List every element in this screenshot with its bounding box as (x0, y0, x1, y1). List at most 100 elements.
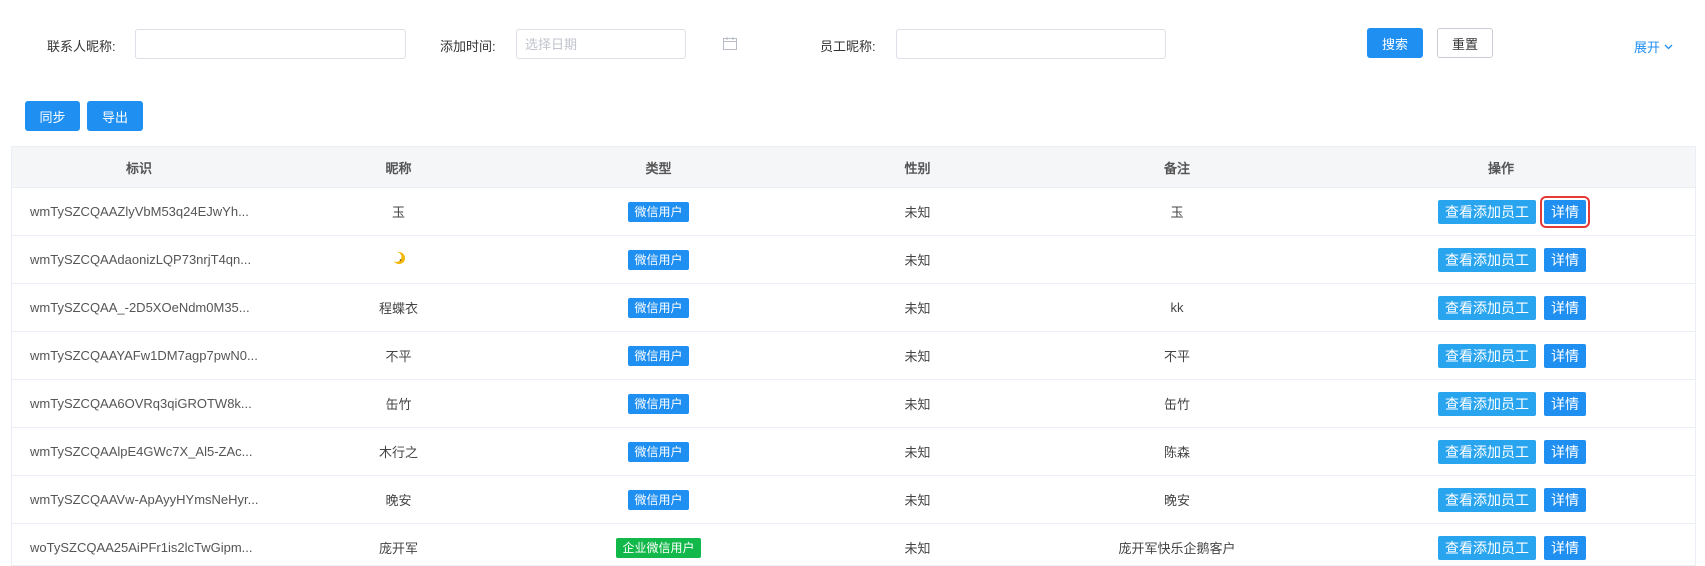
detail-button[interactable]: 详情 (1544, 440, 1586, 464)
table-row: wmTySZCQAAYAFw1DM7agp7pwN0... 不平 微信用户 未知… (12, 332, 1696, 380)
table-row: woTySZCQAA25AiPFr1is2lcTwGipm... 庞开军 企业微… (12, 524, 1696, 566)
detail-button[interactable]: 详情 (1544, 200, 1586, 224)
staff-nickname-input[interactable] (896, 29, 1166, 59)
cell-actions: 查看添加员工 详情 (1305, 476, 1696, 524)
add-time-date-picker[interactable] (516, 29, 686, 59)
reset-button[interactable]: 重置 (1437, 28, 1493, 58)
cell-actions: 查看添加员工 详情 (1305, 380, 1696, 428)
contact-nickname-label: 联系人昵称: (47, 36, 116, 55)
cell-actions: 查看添加员工 详情 (1305, 284, 1696, 332)
sync-button[interactable]: 同步 (25, 101, 80, 131)
cell-remark: kk (1049, 284, 1305, 332)
user-type-tag: 微信用户 (628, 250, 688, 270)
column-header-nickname: 昵称 (266, 147, 531, 188)
cell-gender: 未知 (786, 524, 1049, 566)
cell-type: 微信用户 (531, 284, 786, 332)
user-type-tag: 微信用户 (628, 442, 688, 462)
add-time-label: 添加时间: (440, 36, 496, 55)
view-added-staff-button[interactable]: 查看添加员工 (1438, 344, 1536, 368)
cell-nickname: 木行之 (266, 428, 531, 476)
view-added-staff-button[interactable]: 查看添加员工 (1438, 248, 1536, 272)
cell-nickname: 程蝶衣 (266, 284, 531, 332)
user-type-tag: 微信用户 (628, 490, 688, 510)
table-header-row: 标识 昵称 类型 性别 备注 操作 (12, 147, 1696, 188)
cell-actions: 查看添加员工 详情 (1305, 332, 1696, 380)
column-header-id: 标识 (12, 147, 266, 188)
column-header-type: 类型 (531, 147, 786, 188)
export-button[interactable]: 导出 (87, 101, 143, 131)
table-row: wmTySZCQAAVw-ApAyyHYmsNeHyr... 晚安 微信用户 未… (12, 476, 1696, 524)
chevron-down-icon (1664, 44, 1673, 50)
view-added-staff-button[interactable]: 查看添加员工 (1438, 200, 1536, 224)
detail-button[interactable]: 详情 (1544, 488, 1586, 512)
search-button[interactable]: 搜索 (1367, 28, 1423, 58)
view-added-staff-button[interactable]: 查看添加员工 (1438, 536, 1536, 560)
cell-id: wmTySZCQAAZlyVbM53q24EJwYh... (12, 188, 266, 236)
cell-remark: 不平 (1049, 332, 1305, 380)
cell-id: wmTySZCQAA6OVRq3qiGROTW8k... (12, 380, 266, 428)
cell-actions: 查看添加员工 详情 (1305, 524, 1696, 566)
cell-remark: 陈森 (1049, 428, 1305, 476)
detail-button[interactable]: 详情 (1544, 248, 1586, 272)
user-type-tag: 微信用户 (628, 346, 688, 366)
view-added-staff-button[interactable]: 查看添加员工 (1438, 488, 1536, 512)
cell-type: 微信用户 (531, 428, 786, 476)
cell-type: 微信用户 (531, 236, 786, 284)
table-row: wmTySZCQAAlpE4GWc7X_Al5-ZAc... 木行之 微信用户 … (12, 428, 1696, 476)
table-row: wmTySZCQAA_-2D5XOeNdm0M35... 程蝶衣 微信用户 未知… (12, 284, 1696, 332)
user-type-tag: 微信用户 (628, 202, 688, 222)
table-row: wmTySZCQAAdaonizLQP73nrjT4qn... 微信用户 未知 … (12, 236, 1696, 284)
column-header-remark: 备注 (1049, 147, 1305, 188)
cell-nickname: 晚安 (266, 476, 531, 524)
cell-type: 微信用户 (531, 380, 786, 428)
cell-gender: 未知 (786, 188, 1049, 236)
table-row: wmTySZCQAA6OVRq3qiGROTW8k... 缶竹 微信用户 未知 … (12, 380, 1696, 428)
expand-label: 展开 (1634, 37, 1660, 56)
contact-nickname-input[interactable] (135, 29, 406, 59)
table-row: wmTySZCQAAZlyVbM53q24EJwYh... 玉 微信用户 未知 … (12, 188, 1696, 236)
expand-toggle[interactable]: 展开 (1634, 37, 1673, 56)
cell-actions: 查看添加员工 详情 (1305, 428, 1696, 476)
cell-id: wmTySZCQAAdaonizLQP73nrjT4qn... (12, 236, 266, 284)
user-type-tag: 微信用户 (628, 298, 688, 318)
cell-type: 微信用户 (531, 476, 786, 524)
cell-remark (1049, 236, 1305, 284)
cell-gender: 未知 (786, 476, 1049, 524)
cell-gender: 未知 (786, 332, 1049, 380)
view-added-staff-button[interactable]: 查看添加员工 (1438, 440, 1536, 464)
detail-button[interactable]: 详情 (1544, 392, 1586, 416)
customer-table: 标识 昵称 类型 性别 备注 操作 wmTySZCQAAZlyVbM53q24E… (11, 146, 1696, 566)
cell-remark: 晚安 (1049, 476, 1305, 524)
cell-id: wmTySZCQAAVw-ApAyyHYmsNeHyr... (12, 476, 266, 524)
cell-id: wmTySZCQAAlpE4GWc7X_Al5-ZAc... (12, 428, 266, 476)
cell-remark: 庞开军快乐企鹅客户 (1049, 524, 1305, 566)
cell-remark: 缶竹 (1049, 380, 1305, 428)
calendar-icon (723, 37, 737, 50)
detail-button[interactable]: 详情 (1544, 536, 1586, 560)
detail-button[interactable]: 详情 (1544, 344, 1586, 368)
cell-gender: 未知 (786, 236, 1049, 284)
column-header-gender: 性别 (786, 147, 1049, 188)
cell-actions: 查看添加员工 详情 (1305, 188, 1696, 236)
view-added-staff-button[interactable]: 查看添加员工 (1438, 392, 1536, 416)
cell-nickname: 玉 (266, 188, 531, 236)
user-type-tag: 微信用户 (628, 394, 688, 414)
cell-actions: 查看添加员工 详情 (1305, 236, 1696, 284)
staff-nickname-label: 员工昵称: (820, 36, 876, 55)
cell-nickname: 庞开军 (266, 524, 531, 566)
filter-bar: 联系人昵称: 添加时间: 员工昵称: 搜索 重置 展开 (0, 0, 1705, 85)
cell-type: 微信用户 (531, 188, 786, 236)
cell-gender: 未知 (786, 380, 1049, 428)
cell-nickname (266, 236, 531, 284)
cell-id: woTySZCQAA25AiPFr1is2lcTwGipm... (12, 524, 266, 566)
cell-remark: 玉 (1049, 188, 1305, 236)
cell-nickname: 不平 (266, 332, 531, 380)
column-header-actions: 操作 (1305, 147, 1696, 188)
cell-id: wmTySZCQAAYAFw1DM7agp7pwN0... (12, 332, 266, 380)
cell-type: 企业微信用户 (531, 524, 786, 566)
cell-nickname: 缶竹 (266, 380, 531, 428)
view-added-staff-button[interactable]: 查看添加员工 (1438, 296, 1536, 320)
detail-button[interactable]: 详情 (1544, 296, 1586, 320)
cell-gender: 未知 (786, 284, 1049, 332)
crescent-moon-emoji-icon (392, 251, 406, 265)
